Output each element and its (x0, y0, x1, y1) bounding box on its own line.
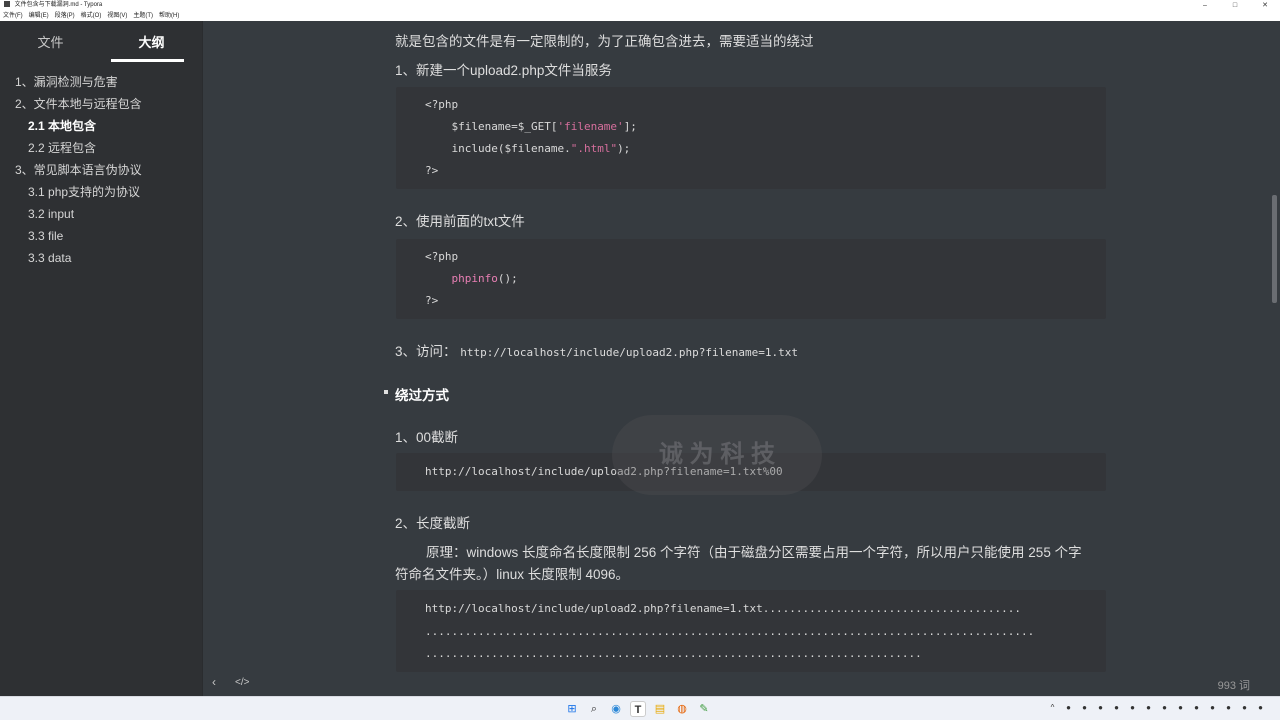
code-text: include($filename. (425, 142, 571, 155)
menu-help[interactable]: 帮助(H) (159, 11, 179, 21)
sidebar-toggle-icon[interactable]: ‹ (212, 675, 216, 689)
watermark-logo: 诚 为 科 技 (612, 415, 822, 495)
outline-item[interactable]: 2、文件本地与远程包含 (0, 93, 202, 115)
tab-files[interactable]: 文件 (0, 21, 101, 63)
code-line: http://localhost/include/upload2.php?fil… (425, 602, 1022, 615)
code-line: ?> (425, 164, 439, 177)
tray-app-icon[interactable]: ● (1223, 702, 1234, 713)
code-line: ........................................… (425, 647, 922, 660)
window-title: 文件包含与下载漏洞.md - Typora (14, 2, 103, 8)
menu-format[interactable]: 格式(O) (81, 11, 102, 21)
chevron-up-icon[interactable]: ^ (1047, 702, 1058, 713)
tray-app-icon[interactable]: ● (1127, 702, 1138, 713)
intro-paragraph: 就是包含的文件是有一定限制的，为了正确包含进去，需要适当的绕过 (395, 34, 814, 49)
code-line: $filename=$_GET['filename']; (425, 120, 637, 133)
tray-app-icon[interactable]: ● (1111, 702, 1122, 713)
principle-line1: 原理：windows 长度命名长度限制 256 个字符（由于磁盘分区需要占用一个… (426, 545, 1082, 560)
taskbar-apps: ⊞ ⌕ ◉ T ▤ ◍ ✎ (564, 701, 712, 717)
code-string: ".html" (570, 142, 618, 155)
outline-item[interactable]: 1、漏洞检测与危害 (0, 71, 202, 93)
menu-bar: 文件(F) 编辑(E) 段落(P) 格式(O) 视图(V) 主题(T) 帮助(H… (0, 11, 1280, 21)
app-icon[interactable]: ✎ (696, 701, 712, 717)
code-block-phpinfo[interactable]: <?php phpinfo(); ?> (396, 239, 1106, 319)
minimize-button[interactable]: – (1190, 0, 1220, 11)
tab-outline[interactable]: 大纲 (101, 21, 202, 63)
step2-paragraph: 2、使用前面的txt文件 (395, 214, 525, 229)
maximize-button[interactable]: □ (1220, 0, 1250, 11)
code-line: <?php (425, 250, 459, 263)
menu-paragraph[interactable]: 段落(P) (55, 11, 75, 21)
window-controls: – □ ✕ (1190, 0, 1280, 11)
bullet-icon (384, 390, 388, 394)
code-text: ); (617, 142, 631, 155)
file-explorer-icon[interactable]: ▤ (652, 701, 668, 717)
menu-view[interactable]: 视图(V) (107, 11, 127, 21)
status-bar: ‹ </> 993 词 (203, 672, 1280, 696)
step1-paragraph: 1、新建一个upload2.php文件当服务 (395, 63, 612, 78)
principle-line2: 符命名文件夹。）linux 长度限制 4096。 (395, 567, 630, 582)
code-string: 'filename' (557, 120, 624, 133)
menu-edit[interactable]: 编辑(E) (29, 11, 49, 21)
code-line: ?> (425, 294, 439, 307)
outline-item[interactable]: 3.3 data (0, 247, 202, 269)
step3-paragraph: 3、访问： http://localhost/include/upload2.p… (395, 340, 798, 360)
outline-item-active[interactable]: 2.1 本地包含 (0, 115, 202, 137)
menu-file[interactable]: 文件(F) (3, 11, 23, 21)
windows-start-icon[interactable]: ⊞ (564, 701, 580, 717)
outline-item[interactable]: 3.1 php支持的为协议 (0, 181, 202, 203)
system-tray: ^ ● ● ● ● ● ● ● ● ● ● ● ● ● (1047, 702, 1266, 713)
word-count[interactable]: 993 词 (1218, 677, 1250, 693)
step3-url: http://localhost/include/upload2.php?fil… (460, 346, 799, 359)
sidebar-tabs: 文件 大纲 (0, 21, 202, 63)
tray-app-icon[interactable]: ● (1095, 702, 1106, 713)
editor-content[interactable]: 就是包含的文件是有一定限制的，为了正确包含进去，需要适当的绕过 1、新建一个up… (204, 21, 1270, 672)
vertical-scrollbar[interactable] (1272, 195, 1277, 303)
tray-app-icon[interactable]: ● (1063, 702, 1074, 713)
source-mode-icon[interactable]: </> (235, 677, 249, 688)
search-icon[interactable]: ⌕ (586, 701, 602, 717)
outline-item[interactable]: 3、常见脚本语言伪协议 (0, 159, 202, 181)
code-text: (); (497, 272, 518, 285)
code-block-length-truncation[interactable]: http://localhost/include/upload2.php?fil… (396, 590, 1106, 672)
menu-theme[interactable]: 主题(T) (133, 11, 153, 21)
bypass1-paragraph: 1、00截断 (395, 430, 459, 445)
tray-app-icon[interactable]: ● (1143, 702, 1154, 713)
close-button[interactable]: ✕ (1250, 0, 1280, 11)
bypass-heading: 绕过方式 (395, 388, 449, 403)
tray-app-icon[interactable]: ● (1175, 702, 1186, 713)
tray-app-icon[interactable]: ● (1191, 702, 1202, 713)
title-bar: 文件包含与下载漏洞.md - Typora – □ ✕ (0, 0, 1280, 11)
outline-list: 1、漏洞检测与危害 2、文件本地与远程包含 2.1 本地包含 2.2 远程包含 … (0, 63, 202, 269)
code-function: phpinfo (425, 272, 498, 285)
tray-app-icon[interactable]: ● (1255, 702, 1266, 713)
bypass2-paragraph: 2、长度截断 (395, 516, 471, 531)
taskbar: ⊞ ⌕ ◉ T ▤ ◍ ✎ ^ ● ● ● ● ● ● ● ● ● ● ● ● … (0, 696, 1280, 720)
tray-app-icon[interactable]: ● (1079, 702, 1090, 713)
tray-app-icon[interactable]: ● (1239, 702, 1250, 713)
chat-icon[interactable]: ◉ (608, 701, 624, 717)
step3-label: 3、访问： (395, 344, 457, 359)
tray-app-icon[interactable]: ● (1159, 702, 1170, 713)
outline-item[interactable]: 3.3 file (0, 225, 202, 247)
outline-item[interactable]: 3.2 input (0, 203, 202, 225)
code-block-upload2[interactable]: <?php $filename=$_GET['filename']; inclu… (396, 87, 1106, 189)
typora-icon[interactable]: T (630, 701, 646, 717)
tray-app-icon[interactable]: ● (1207, 702, 1218, 713)
code-line: phpinfo(); (425, 272, 518, 285)
code-text: $filename=$_GET[ (425, 120, 558, 133)
code-line: ........................................… (425, 625, 1035, 638)
code-line: <?php (425, 98, 459, 111)
code-text: ]; (623, 120, 637, 133)
typora-app-icon (4, 1, 10, 8)
code-line: include($filename.".html"); (425, 142, 630, 155)
outline-item[interactable]: 2.2 远程包含 (0, 137, 202, 159)
firefox-icon[interactable]: ◍ (674, 701, 690, 717)
sidebar: 文件 大纲 1、漏洞检测与危害 2、文件本地与远程包含 2.1 本地包含 2.2… (0, 21, 203, 696)
